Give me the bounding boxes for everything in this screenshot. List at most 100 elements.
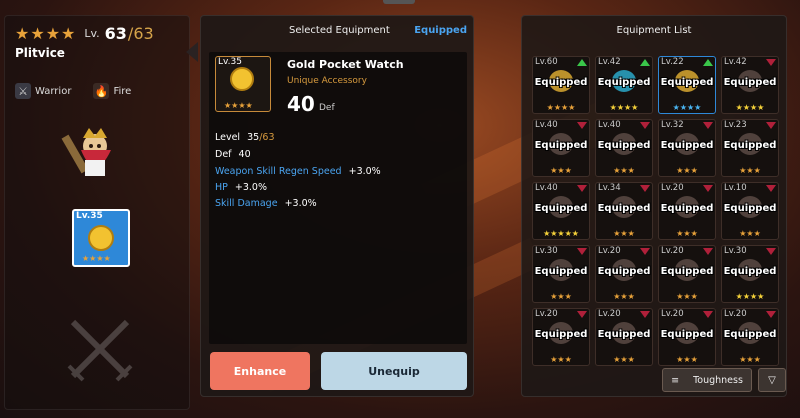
equipped-status: Equipped <box>414 25 467 36</box>
equipped-label: Equipped <box>597 203 651 214</box>
cell-level: Lv.40 <box>535 120 558 130</box>
cell-level: Lv.23 <box>724 120 747 130</box>
class-label: Warrior <box>35 85 72 97</box>
item-icon-frame: Lv.35 ★★★★ <box>215 56 271 112</box>
item-stars: ★★★★ <box>224 101 253 110</box>
cell-level: Lv.34 <box>598 183 621 193</box>
panel-title: Selected Equipment <box>289 25 390 36</box>
cell-level: Lv.32 <box>661 120 684 130</box>
slot-stars: ★★★★ <box>82 254 111 263</box>
substat-label: Skill Damage <box>215 198 278 209</box>
equipment-cell[interactable]: Lv.20 Equipped ★★★ <box>595 245 653 303</box>
equipped-label: Equipped <box>660 77 714 88</box>
equipped-label: Equipped <box>660 266 714 277</box>
equipped-accessory-slot[interactable]: Lv.35 ★★★★ <box>72 209 130 267</box>
substat-label: Weapon Skill Regen Speed <box>215 166 342 177</box>
character-portrait[interactable] <box>61 124 121 184</box>
sort-button[interactable]: ≡ Toughness <box>662 368 752 392</box>
unequip-button[interactable]: Unequip <box>321 352 467 390</box>
item-rarity: Unique Accessory <box>287 76 367 86</box>
gem-icon <box>640 122 650 129</box>
equipment-cell[interactable]: Lv.40 Equipped ★★★ <box>532 119 590 177</box>
equipment-cell[interactable]: Lv.20 Equipped ★★★ <box>658 245 716 303</box>
substat-label: HP <box>215 182 228 193</box>
cell-stars: ★★★★ <box>546 103 576 112</box>
crossed-swords-watermark-icon <box>67 319 133 382</box>
def-label: Def <box>215 149 232 160</box>
star-icon: ★ <box>15 23 30 43</box>
element-tag: 🔥 Fire <box>93 83 131 99</box>
level-current: 63 <box>104 24 127 43</box>
character-name: Plitvice <box>15 46 65 60</box>
star-icon: ★ <box>45 23 61 43</box>
gem-icon <box>577 248 587 255</box>
equipped-label: Equipped <box>660 140 714 151</box>
list-title: Equipment List <box>616 25 692 36</box>
equipped-label: Equipped <box>534 266 588 277</box>
gem-icon <box>766 122 776 129</box>
level-prefix: Lv. <box>84 27 100 40</box>
def-value: 40 <box>238 149 251 160</box>
equipped-label: Equipped <box>534 329 588 340</box>
equipment-cell[interactable]: Lv.22 Equipped ★★★★ <box>658 56 716 114</box>
sort-label: Toughness <box>693 374 743 386</box>
enhance-button[interactable]: Enhance <box>210 352 310 390</box>
top-status-chip <box>383 0 415 4</box>
equipment-cell[interactable]: Lv.30 Equipped ★★★★ <box>721 245 779 303</box>
equipped-label: Equipped <box>597 329 651 340</box>
substat-value: +3.0% <box>284 198 317 209</box>
equipment-cell[interactable]: Lv.20 Equipped ★★★ <box>658 308 716 366</box>
equipment-cell[interactable]: Lv.42 Equipped ★★★★ <box>595 56 653 114</box>
class-tag: ⚔ Warrior <box>15 83 71 99</box>
cell-stars: ★★★ <box>550 355 572 364</box>
cell-stars: ★★★ <box>613 292 635 301</box>
level-label: Level <box>215 132 241 143</box>
star-icon: ★ <box>30 23 45 43</box>
pocket-watch-icon <box>88 225 114 251</box>
item-level-badge: Lv.35 <box>218 57 242 67</box>
gem-icon <box>766 311 776 318</box>
cell-level: Lv.40 <box>535 183 558 193</box>
gem-icon <box>766 248 776 255</box>
equipment-cell[interactable]: Lv.30 Equipped ★★★ <box>532 245 590 303</box>
gem-icon <box>703 185 713 192</box>
cell-level: Lv.40 <box>598 120 621 130</box>
level-max: /63 <box>259 132 275 143</box>
equipment-cell[interactable]: Lv.23 Equipped ★★★ <box>721 119 779 177</box>
substat-line: Weapon Skill Regen Speed +3.0% <box>215 166 381 177</box>
equipment-cell[interactable]: Lv.32 Equipped ★★★ <box>658 119 716 177</box>
equipped-label: Equipped <box>723 203 777 214</box>
filter-triangle-icon[interactable]: ▽ <box>758 368 786 392</box>
equipped-label: Equipped <box>660 329 714 340</box>
cell-level: Lv.42 <box>724 57 747 67</box>
crossed-swords-icon: ⚔ <box>15 83 31 99</box>
equipment-cell[interactable]: Lv.40 Equipped ★★★★★ <box>532 182 590 240</box>
equipment-cell[interactable]: Lv.34 Equipped ★★★ <box>595 182 653 240</box>
equipment-details: Lv.35 ★★★★ Gold Pocket Watch Unique Acce… <box>209 52 467 344</box>
cell-level: Lv.22 <box>661 57 684 67</box>
equipped-label: Equipped <box>534 77 588 88</box>
equipment-cell[interactable]: Lv.20 Equipped ★★★ <box>595 308 653 366</box>
equipment-cell[interactable]: Lv.60 Equipped ★★★★ <box>532 56 590 114</box>
gem-icon <box>640 185 650 192</box>
cell-level: Lv.20 <box>598 309 621 319</box>
equipped-label: Equipped <box>534 203 588 214</box>
equipment-cell[interactable]: Lv.20 Equipped ★★★ <box>532 308 590 366</box>
gem-icon <box>577 311 587 318</box>
substat-value: +3.0% <box>234 182 268 193</box>
gem-icon <box>766 185 776 192</box>
cell-level: Lv.30 <box>535 246 558 256</box>
equipment-cell[interactable]: Lv.40 Equipped ★★★ <box>595 119 653 177</box>
equipment-cell[interactable]: Lv.42 Equipped ★★★★ <box>721 56 779 114</box>
gem-icon <box>766 59 776 66</box>
equipment-cell[interactable]: Lv.20 Equipped ★★★ <box>721 308 779 366</box>
character-header: ★ ★ ★ ★ Lv. 63 /63 <box>15 24 154 43</box>
cell-level: Lv.20 <box>661 309 684 319</box>
cell-stars: ★★★ <box>676 292 698 301</box>
upgrade-arrow-icon <box>577 59 587 66</box>
equipped-label: Equipped <box>597 140 651 151</box>
equipment-cell[interactable]: Lv.20 Equipped ★★★ <box>658 182 716 240</box>
equipment-cell[interactable]: Lv.10 Equipped ★★★ <box>721 182 779 240</box>
equipped-label: Equipped <box>597 77 651 88</box>
substat-line: Skill Damage +3.0% <box>215 198 317 209</box>
